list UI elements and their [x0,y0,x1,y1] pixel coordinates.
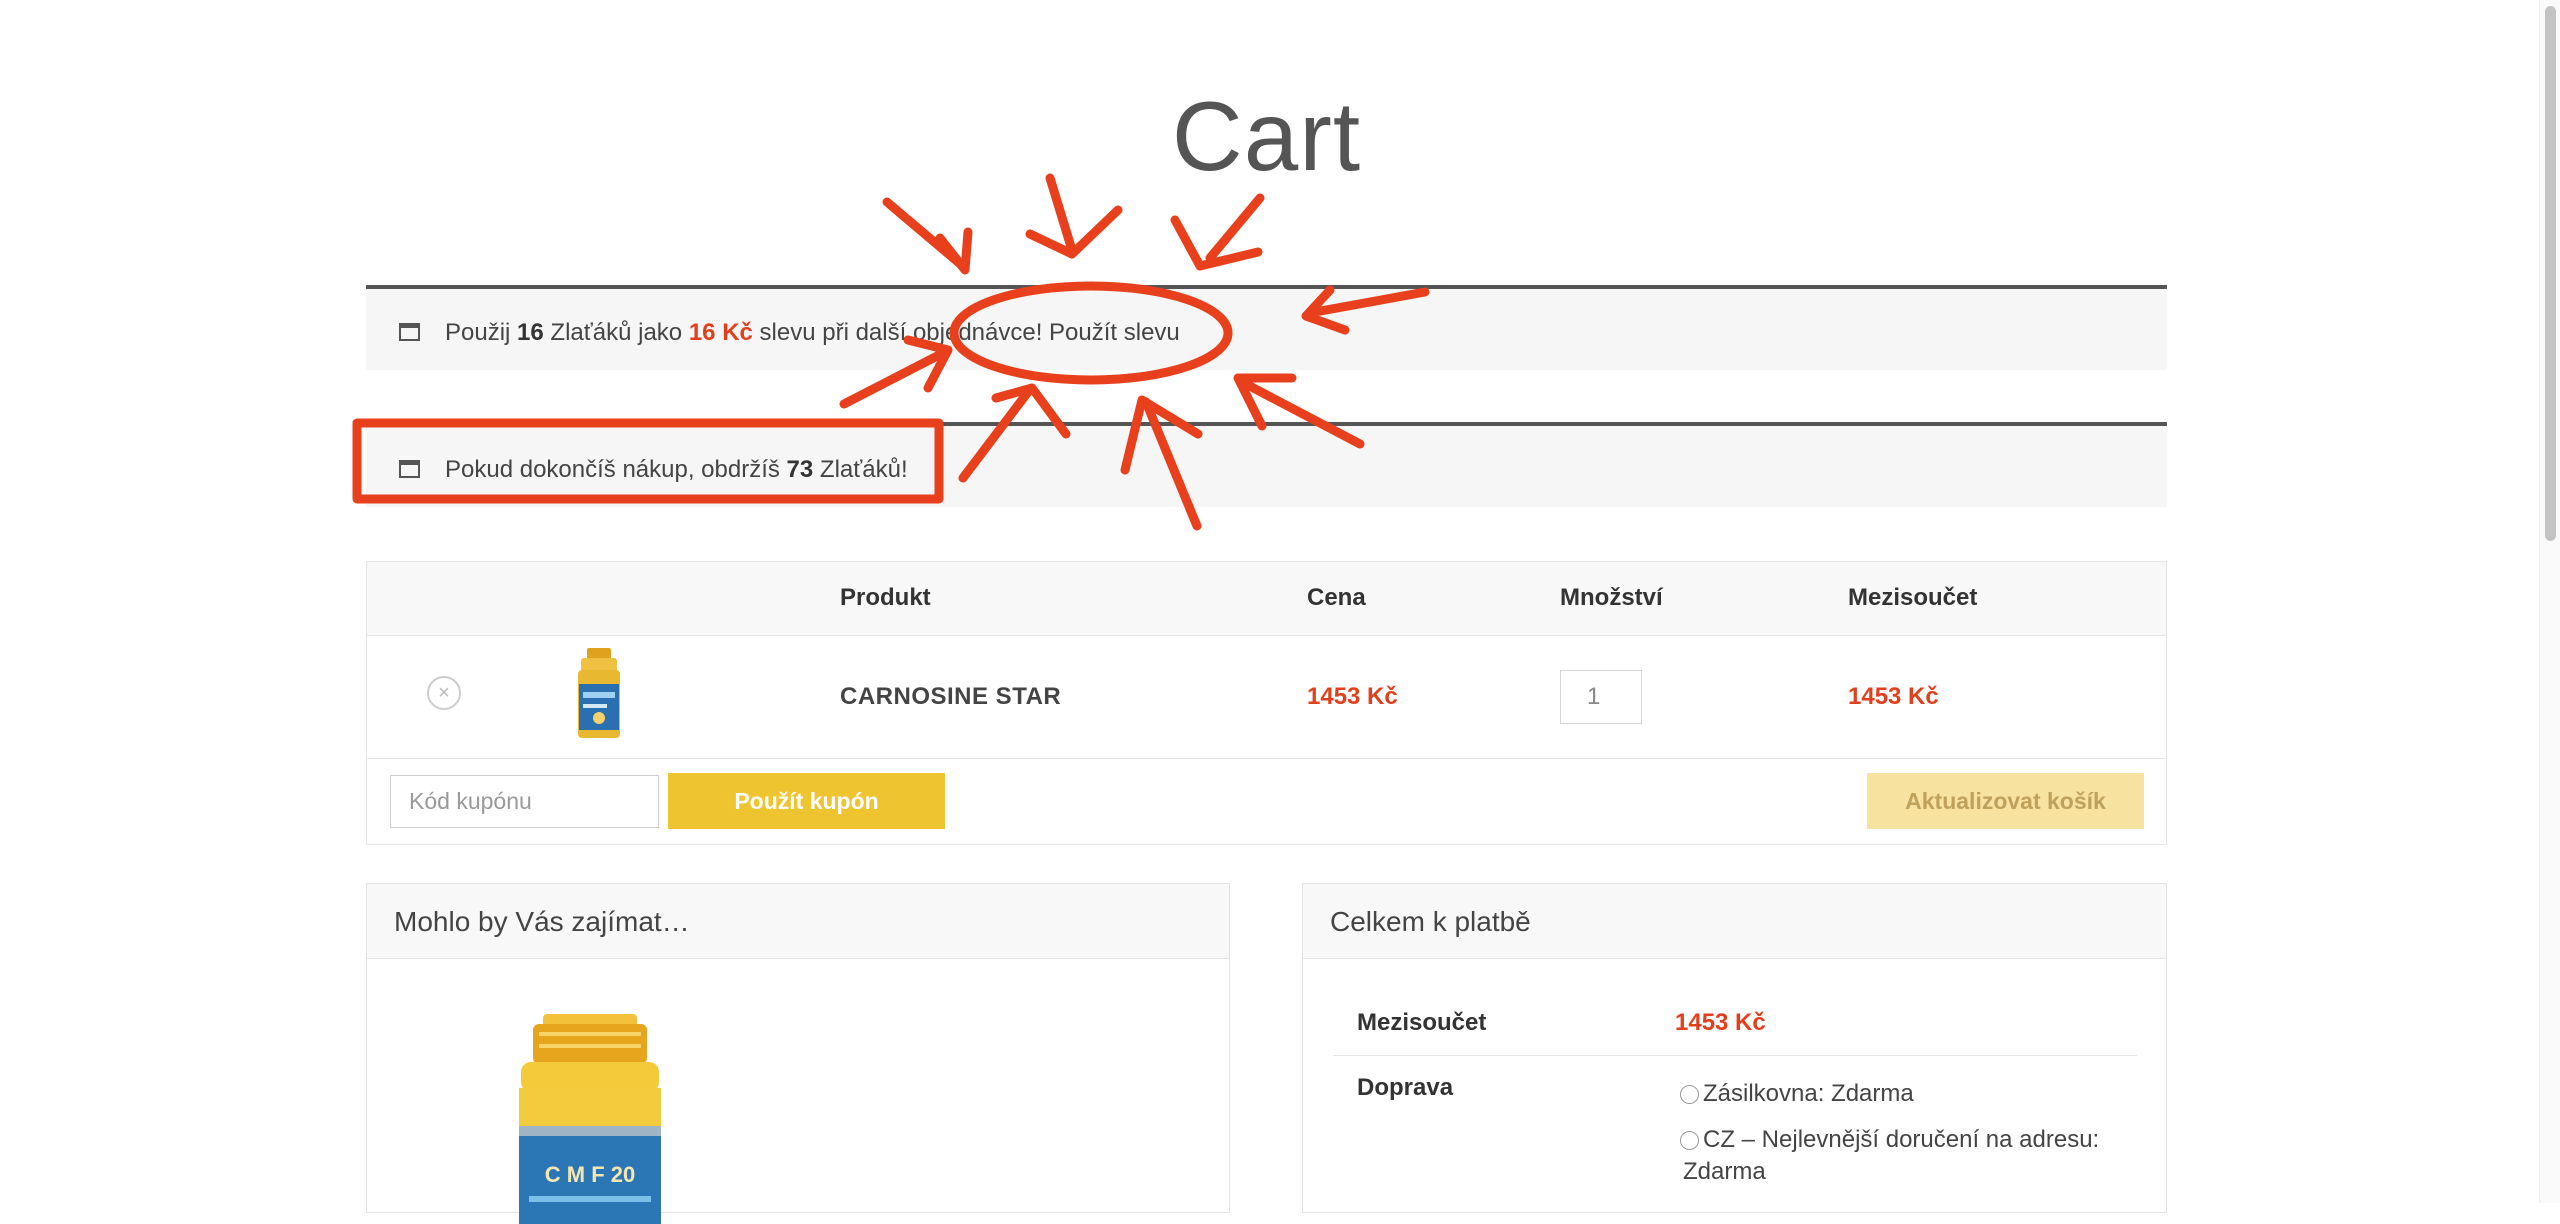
apply-coupon-button[interactable]: Použít kupón [668,773,945,829]
divider [1333,1055,2137,1056]
annotation-arrow [882,197,970,273]
quantity-input[interactable]: 1 [1560,670,1642,724]
cross-sell-product-image[interactable]: C M F 20 [515,1014,665,1224]
radio-icon[interactable] [1680,1085,1699,1104]
shipping-label: Doprava [1357,1074,1454,1101]
update-cart-button[interactable]: Aktualizovat košík [1867,773,2144,829]
remove-icon[interactable]: × [427,676,461,710]
annotation-arrow [1205,193,1265,263]
cross-sells-title: Mohlo by Vás zajímat… [394,906,690,937]
apply-discount-link[interactable]: Použít slevu [1049,319,1180,346]
column-product: Produkt [840,584,931,611]
reward-notice-text: Pokud dokončíš nákup, obdržíš 73 Zlaťáků… [445,456,908,483]
cross-sells-header: Mohlo by Vás zajímat… [367,884,1229,959]
totals-subtotal-label: Mezisoučet [1357,1009,1487,1036]
shipping-option-address[interactable]: CZ – Nejlevnější doručení na adresu: Zda… [1680,1126,2099,1186]
cart-totals-panel: Celkem k platbě Mezisoučet 1453 Kč Dopra… [1302,883,2167,1213]
product-name[interactable]: CARNOSINE STAR [840,683,1061,711]
page-scrollbar[interactable] [2539,0,2560,1203]
calendar-icon [399,323,420,341]
reward-notice: Pokud dokončíš nákup, obdržíš 73 Zlaťáků… [366,422,2167,507]
radio-icon[interactable] [1680,1131,1699,1150]
shipping-option-zasilkovna[interactable]: Zásilkovna: Zdarma [1680,1080,1914,1108]
column-subtotal: Mezisoučet [1848,584,1978,611]
column-price: Cena [1307,584,1366,611]
product-subtotal: 1453 Kč [1848,683,1939,710]
page-title: Cart [1171,81,1362,191]
totals-subtotal-value: 1453 Kč [1675,1009,1766,1036]
cart-table: Produkt Cena Množství Mezisoučet × CARNO… [366,561,2167,845]
cart-totals-title: Celkem k platbě [1330,906,1531,937]
calendar-icon [399,460,420,478]
table-row: × CARNOSINE STAR 1453 Kč 1 1453 Kč [367,635,2166,759]
discount-notice-text: Použij 16 Zlaťáků jako 16 Kč slevu při d… [445,319,1180,346]
product-thumbnail[interactable] [575,648,623,740]
column-quantity: Množství [1560,584,1663,611]
reward-points: 73 [786,456,814,483]
svg-text:C M F 20: C M F 20 [545,1162,635,1187]
product-price: 1453 Kč [1307,683,1398,710]
cart-totals-header: Celkem k platbě [1303,884,2166,959]
cart-table-header: Produkt Cena Množství Mezisoučet [367,562,2166,636]
cross-sells-panel: Mohlo by Vás zajímat… C M F 20 [366,883,1230,1224]
coupon-code-input[interactable]: Kód kupónu [390,775,659,828]
shipping-option-address-cont: Zdarma [1683,1158,1766,1185]
discount-amount: 16 Kč [688,319,753,346]
points-value: 16 [517,319,544,346]
scrollbar-thumb[interactable] [2545,6,2556,541]
discount-notice: Použij 16 Zlaťáků jako 16 Kč slevu při d… [366,285,2167,370]
